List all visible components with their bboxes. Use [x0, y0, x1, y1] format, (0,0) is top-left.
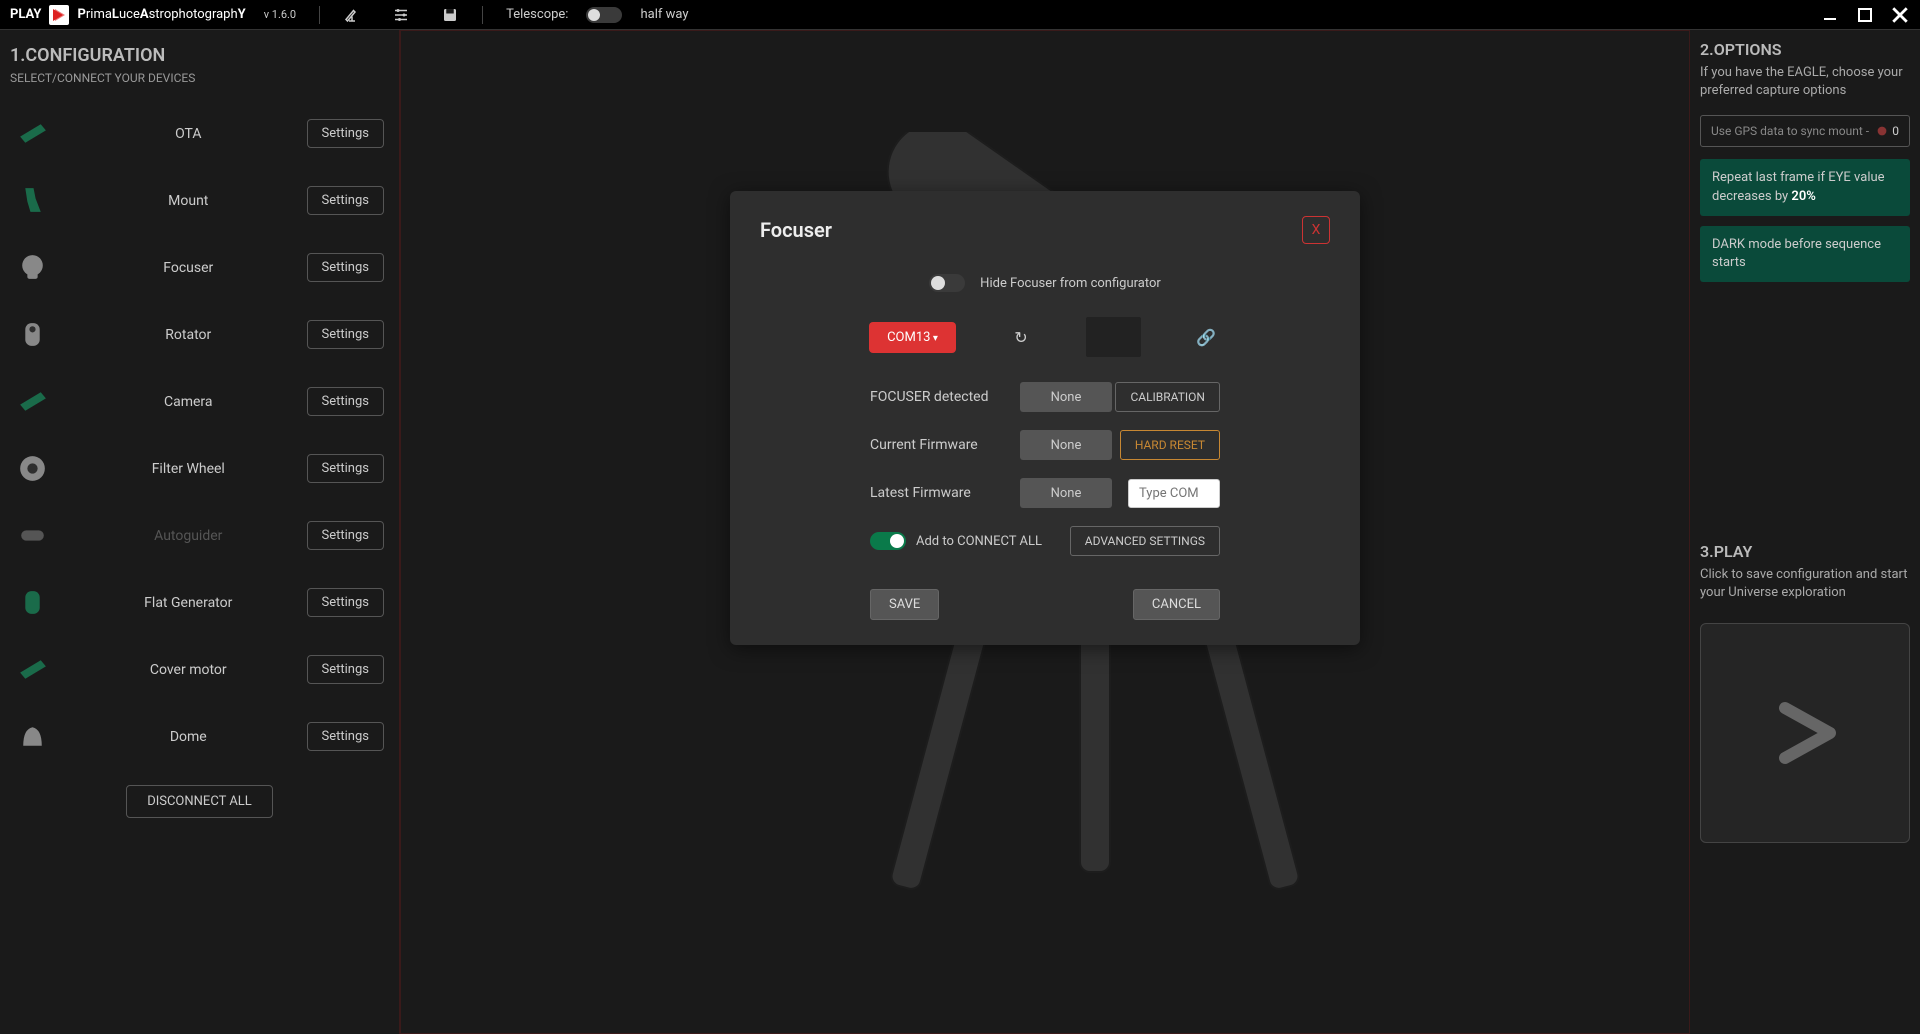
device-settings-button[interactable]: Settings [307, 119, 384, 148]
modal-title: Focuser [760, 218, 832, 242]
center-panel: Focuser X Hide Focuser from configurator… [400, 30, 1690, 1034]
device-name-label: Filter Wheel [70, 461, 307, 477]
device-row-cover-motor: Cover motor Settings [10, 636, 389, 703]
current-fw-label: Current Firmware [870, 437, 1020, 453]
detected-label: FOCUSER detected [870, 389, 1020, 405]
app-logo-icon [49, 5, 69, 25]
save-button[interactable]: SAVE [870, 589, 939, 620]
device-icon [15, 317, 50, 352]
advanced-settings-button[interactable]: ADVANCED SETTINGS [1070, 526, 1220, 556]
telescope-toggle[interactable] [586, 7, 622, 23]
top-bar: PLAY PrimaLuceAstrophotographY v 1.6.0 T… [0, 0, 1920, 30]
device-icon [15, 116, 50, 151]
device-row-filter-wheel: Filter Wheel Settings [10, 435, 389, 502]
configuration-panel: 1.CONFIGURATION SELECT/CONNECT YOUR DEVI… [0, 30, 400, 1034]
link-icon[interactable]: 🔗 [1191, 322, 1221, 352]
device-settings-button[interactable]: Settings [307, 320, 384, 349]
device-settings-button[interactable]: Settings [307, 655, 384, 684]
cancel-button[interactable]: CANCEL [1133, 589, 1220, 620]
close-button[interactable] [1890, 5, 1910, 25]
minimize-button[interactable] [1820, 5, 1840, 25]
gps-count: 0 [1892, 124, 1899, 138]
disconnect-all-button[interactable]: DISCONNECT ALL [126, 785, 273, 818]
gps-sync-label: Use GPS data to sync mount - [1711, 124, 1869, 138]
device-name-label: Rotator [70, 327, 307, 343]
device-settings-button[interactable]: Settings [307, 722, 384, 751]
device-icon [15, 585, 50, 620]
device-row-focuser: Focuser Settings [10, 234, 389, 301]
com-input[interactable] [1128, 479, 1220, 508]
device-settings-button[interactable]: Settings [307, 253, 384, 282]
device-settings-button[interactable]: Settings [307, 186, 384, 215]
play-button[interactable] [1700, 623, 1910, 843]
device-row-dome: Dome Settings [10, 703, 389, 770]
latest-fw-value: None [1020, 478, 1112, 508]
dark-mode-option[interactable]: DARK mode before sequence starts [1700, 226, 1910, 282]
device-icon [15, 451, 50, 486]
connect-all-label: Add to CONNECT ALL [916, 534, 1042, 549]
app-name: PrimaLuceAstrophotographY [77, 7, 245, 22]
com-port-dropdown[interactable]: COM13 [869, 322, 956, 353]
options-title: 2.OPTIONS [1700, 40, 1910, 59]
device-icon [15, 183, 50, 218]
version-label: v 1.6.0 [264, 8, 296, 21]
device-row-ota: OTA Settings [10, 100, 389, 167]
save-icon[interactable] [441, 6, 459, 24]
device-name-label: Camera [70, 394, 307, 410]
device-name-label: Mount [70, 193, 307, 209]
device-icon [15, 250, 50, 285]
device-name-label: Focuser [70, 260, 307, 276]
repeat-frame-option[interactable]: Repeat last frame if EYE value decreases… [1700, 159, 1910, 215]
telescope-status: half way [640, 7, 688, 22]
hide-focuser-toggle[interactable] [929, 274, 965, 292]
device-settings-button[interactable]: Settings [307, 588, 384, 617]
play-arrow-icon [1765, 693, 1845, 773]
maximize-button[interactable] [1855, 5, 1875, 25]
telescope-label: Telescope: [506, 7, 568, 22]
device-name-label: OTA [70, 126, 307, 142]
device-icon [15, 719, 50, 754]
play-title: 3.PLAY [1700, 542, 1910, 561]
current-fw-value: None [1020, 430, 1112, 460]
play-label: PLAY [10, 7, 41, 22]
detected-value: None [1020, 382, 1112, 412]
config-title: 1.CONFIGURATION [10, 45, 389, 66]
sliders-icon[interactable] [392, 6, 410, 24]
satellite-icon [1875, 124, 1889, 138]
focuser-modal: Focuser X Hide Focuser from configurator… [730, 191, 1360, 645]
refresh-icon[interactable]: ↻ [1006, 322, 1036, 352]
device-icon [15, 518, 50, 553]
gps-sync-option[interactable]: Use GPS data to sync mount - 0 [1700, 115, 1910, 147]
latest-fw-label: Latest Firmware [870, 485, 1020, 501]
device-row-mount: Mount Settings [10, 167, 389, 234]
device-settings-button[interactable]: Settings [307, 387, 384, 416]
device-row-rotator: Rotator Settings [10, 301, 389, 368]
hard-reset-button[interactable]: HARD RESET [1120, 430, 1220, 460]
options-panel: 2.OPTIONS If you have the EAGLE, choose … [1690, 30, 1920, 1034]
device-name-label: Flat Generator [70, 595, 307, 611]
device-row-camera: Camera Settings [10, 368, 389, 435]
options-text: If you have the EAGLE, choose your prefe… [1700, 64, 1910, 100]
device-row-flat-generator: Flat Generator Settings [10, 569, 389, 636]
play-text: Click to save configuration and start yo… [1700, 566, 1910, 602]
calibration-button[interactable]: CALIBRATION [1115, 382, 1220, 412]
device-icon [15, 384, 50, 419]
device-icon [15, 652, 50, 687]
device-name-label: Dome [70, 729, 307, 745]
modal-close-button[interactable]: X [1302, 216, 1330, 244]
hide-focuser-label: Hide Focuser from configurator [980, 276, 1161, 291]
device-settings-button[interactable]: Settings [307, 454, 384, 483]
device-name-label: Autoguider [70, 528, 307, 544]
config-subtitle: SELECT/CONNECT YOUR DEVICES [10, 71, 389, 85]
preview-box [1086, 317, 1141, 357]
device-name-label: Cover motor [70, 662, 307, 678]
device-row-autoguider: Autoguider Settings [10, 502, 389, 569]
connect-all-toggle[interactable] [870, 532, 906, 550]
device-settings-button[interactable]: Settings [307, 521, 384, 550]
telescope-icon[interactable] [343, 6, 361, 24]
